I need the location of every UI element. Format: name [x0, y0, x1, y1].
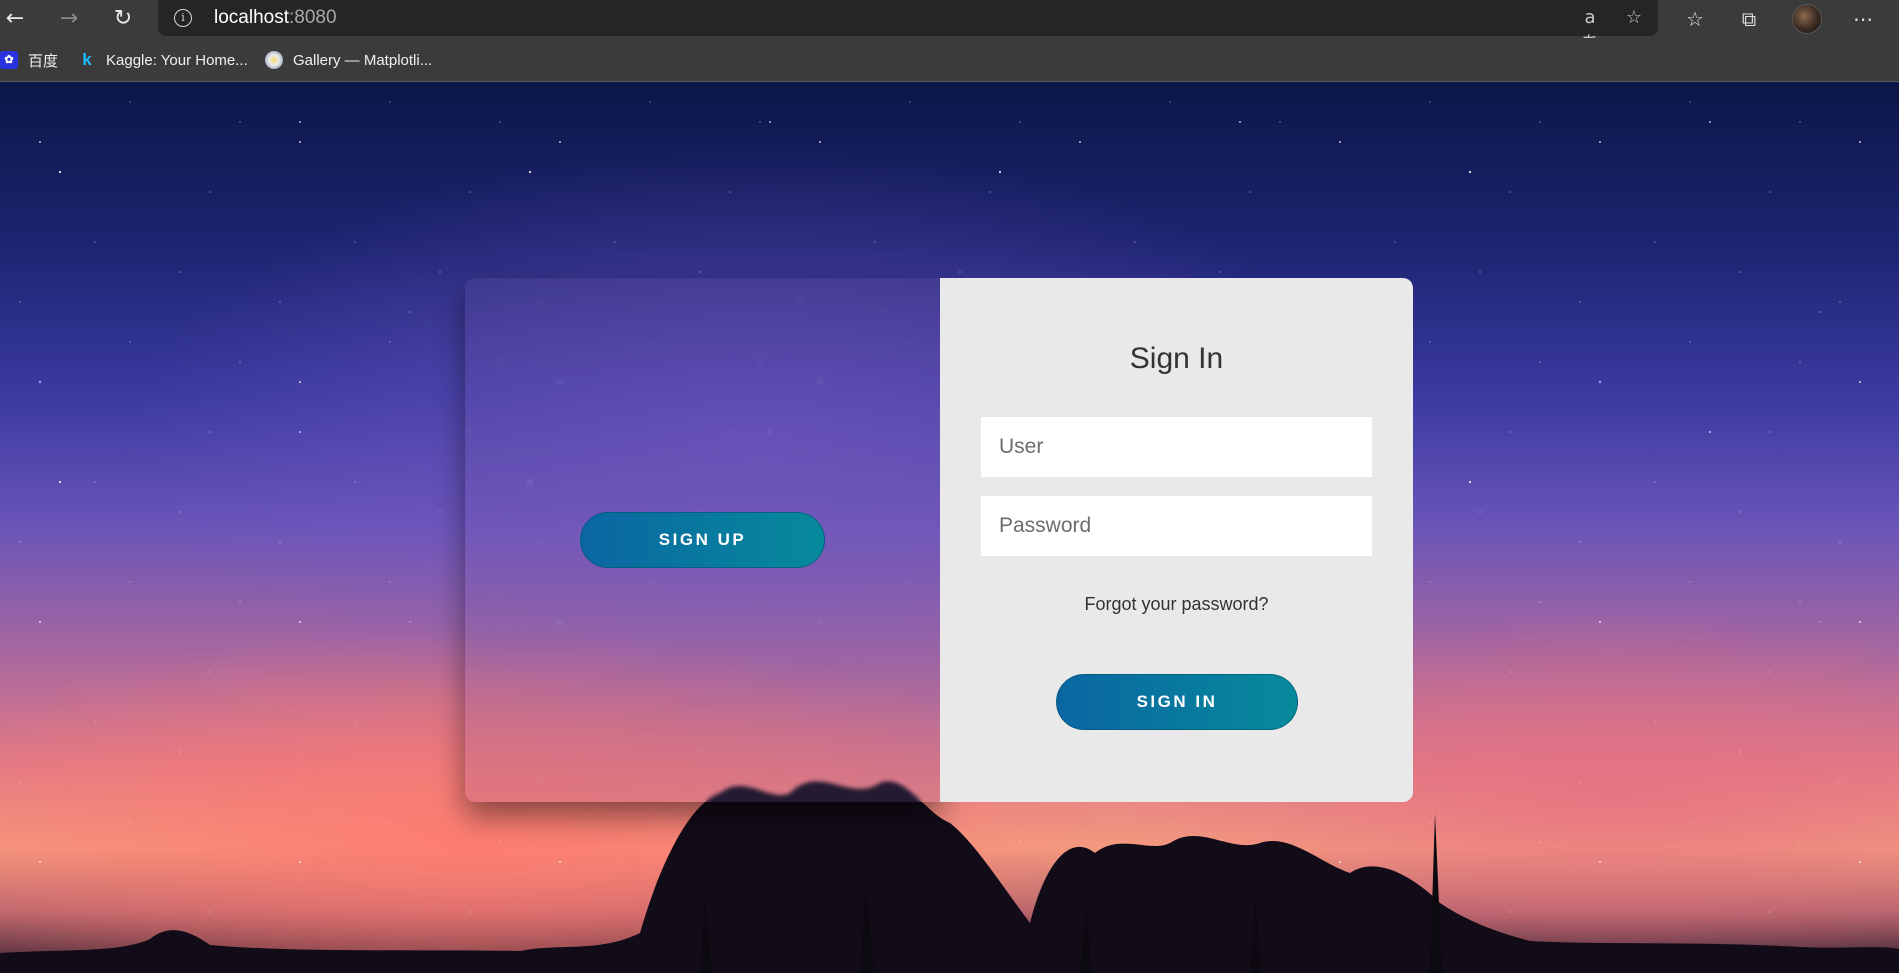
refresh-icon[interactable]: ↻	[108, 4, 138, 34]
matplotlib-icon	[265, 51, 283, 69]
url-host: localhost	[214, 7, 289, 28]
read-aloud-icon[interactable]: aあ	[1576, 5, 1604, 54]
forward-icon[interactable]: →	[54, 4, 84, 34]
bookmark-matplotlib[interactable]: Gallery — Matplotli...	[265, 48, 432, 72]
forgot-password-link[interactable]: Forgot your password?	[940, 594, 1413, 615]
kaggle-icon: k	[82, 50, 92, 69]
bookmark-baidu[interactable]: ✿ 百度	[0, 48, 58, 72]
sign-in-button[interactable]: SIGN IN	[1056, 674, 1298, 730]
favorites-icon[interactable]: ☆	[1680, 4, 1710, 34]
password-input[interactable]	[981, 496, 1372, 556]
collections-icon[interactable]: ⧉	[1734, 4, 1764, 34]
user-input[interactable]	[981, 417, 1372, 477]
address-bar[interactable]: i localhost:8080 aあ ☆	[158, 0, 1658, 54]
bookmark-label: Kaggle: Your Home...	[106, 51, 248, 69]
bookmark-label: Gallery — Matplotli...	[293, 51, 433, 69]
browser-chrome: ← → ↻ i localhost:8080 aあ ☆ ☆ ⧉ ⋯ ✿ 百度 k…	[0, 0, 1899, 82]
back-icon[interactable]: ←	[0, 4, 30, 34]
sign-up-button[interactable]: SIGN UP	[580, 512, 825, 568]
browser-toolbar: ← → ↻ i localhost:8080 aあ ☆ ☆ ⧉ ⋯	[0, 0, 1899, 54]
baidu-icon: ✿	[0, 51, 18, 69]
info-icon[interactable]: i	[174, 9, 192, 27]
page-background: SIGN UP Sign In Forgot your password? SI…	[0, 82, 1899, 973]
url-text[interactable]: localhost:8080	[214, 7, 337, 29]
form-title: Sign In	[1129, 342, 1224, 375]
more-icon[interactable]: ⋯	[1848, 4, 1878, 34]
url-port: :8080	[289, 7, 337, 28]
sign-in-card: Sign In Forgot your password? SIGN IN	[940, 278, 1413, 802]
bookmark-kaggle[interactable]: k Kaggle: Your Home...	[78, 48, 248, 72]
bookmark-label: 百度	[28, 52, 59, 70]
add-favorite-icon[interactable]: ☆	[1620, 5, 1648, 31]
bookmarks-bar: ✿ 百度 k Kaggle: Your Home... Gallery — Ma…	[0, 38, 1899, 82]
profile-avatar[interactable]	[1792, 4, 1822, 34]
